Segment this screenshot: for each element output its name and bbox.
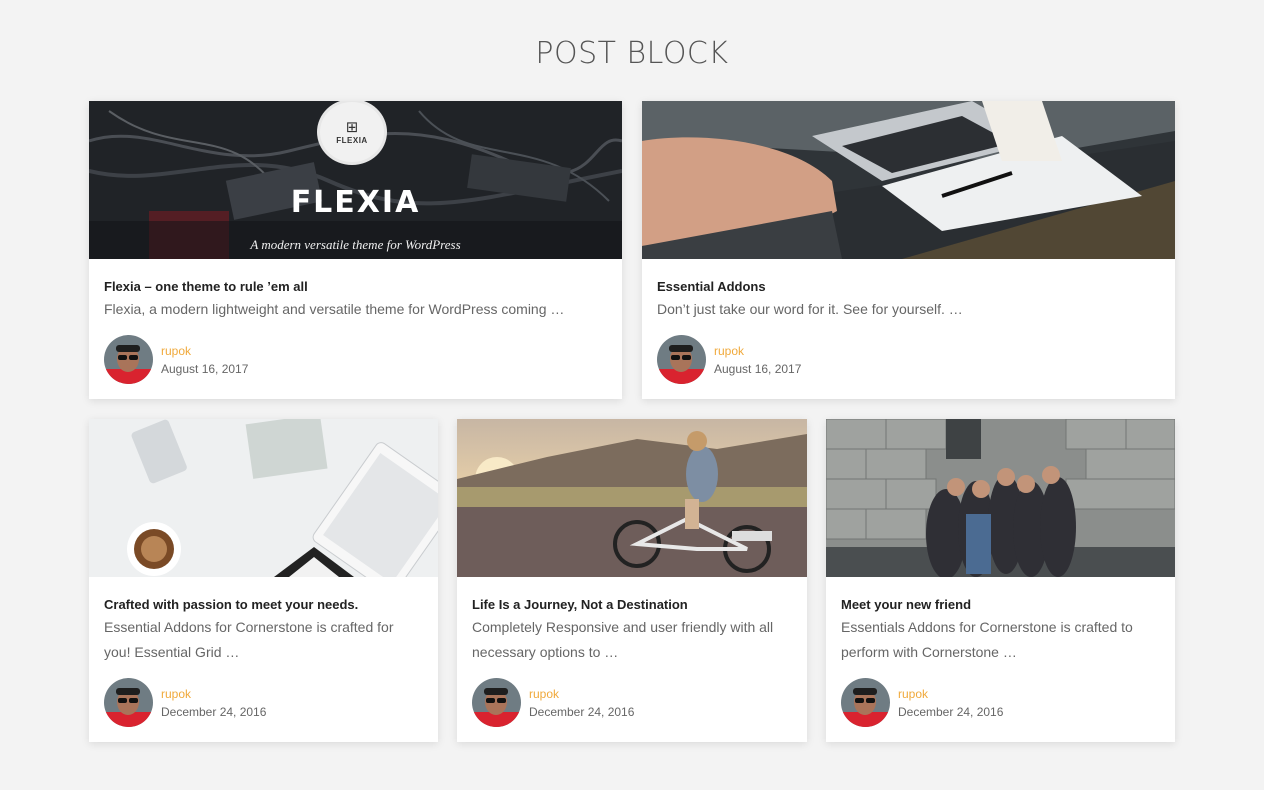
post-card[interactable]: Meet your new friend Essentials Addons f… <box>826 419 1175 742</box>
post-title[interactable]: Flexia – one theme to rule ’em all <box>104 279 607 295</box>
post-date: December 24, 2016 <box>161 704 267 719</box>
thumbnail-tagline: A modern versatile theme for WordPress <box>250 237 461 252</box>
author-avatar[interactable] <box>104 678 153 727</box>
post-card[interactable]: Essential Addons Don’t just take our wor… <box>642 101 1175 399</box>
post-date: August 16, 2017 <box>161 361 249 376</box>
post-thumbnail[interactable] <box>642 101 1175 259</box>
post-title[interactable]: Meet your new friend <box>841 597 1160 613</box>
post-card[interactable]: ⊞ FLEXIA FLEXIA A modern versatile theme… <box>89 101 622 399</box>
post-meta: rupok August 16, 2017 <box>657 335 801 384</box>
author-avatar[interactable] <box>104 335 153 384</box>
author-link[interactable]: rupok <box>898 685 1003 703</box>
author-link[interactable]: rupok <box>161 342 248 360</box>
author-avatar[interactable] <box>657 335 706 384</box>
flexia-logo-badge: ⊞ FLEXIA <box>320 102 384 162</box>
post-excerpt: Essentials Addons for Cornerstone is cra… <box>841 619 1133 660</box>
post-date: August 16, 2017 <box>714 361 802 376</box>
flexia-logo-icon: ⊞ <box>345 118 359 136</box>
post-meta: rupok December 24, 2016 <box>841 678 1003 727</box>
author-link[interactable]: rupok <box>161 685 266 703</box>
post-thumbnail[interactable] <box>89 419 438 577</box>
post-card[interactable]: Life Is a Journey, Not a Destination Com… <box>457 419 807 742</box>
post-card[interactable]: Crafted with passion to meet your needs.… <box>89 419 438 742</box>
post-excerpt: Completely Responsive and user friendly … <box>472 619 774 660</box>
post-title[interactable]: Essential Addons <box>657 279 1160 295</box>
post-meta: rupok August 16, 2017 <box>104 335 248 384</box>
post-title[interactable]: Crafted with passion to meet your needs. <box>104 597 423 613</box>
post-title[interactable]: Life Is a Journey, Not a Destination <box>472 597 792 613</box>
post-date: December 24, 2016 <box>529 704 635 719</box>
author-link[interactable]: rupok <box>714 342 801 360</box>
thumbnail-heading: FLEXIA <box>290 185 421 220</box>
post-thumbnail[interactable] <box>826 419 1175 577</box>
post-thumbnail[interactable]: ⊞ FLEXIA FLEXIA A modern versatile theme… <box>89 101 622 259</box>
post-meta: rupok December 24, 2016 <box>104 678 266 727</box>
post-excerpt: Flexia, a modern lightweight and versati… <box>104 301 565 317</box>
post-meta: rupok December 24, 2016 <box>472 678 634 727</box>
author-avatar[interactable] <box>841 678 890 727</box>
post-excerpt: Don’t just take our word for it. See for… <box>657 301 963 317</box>
page-title: POST BLOCK <box>535 36 729 71</box>
post-excerpt: Essential Addons for Cornerstone is craf… <box>104 619 394 660</box>
post-thumbnail[interactable] <box>457 419 807 577</box>
author-avatar[interactable] <box>472 678 521 727</box>
author-link[interactable]: rupok <box>529 685 634 703</box>
post-date: December 24, 2016 <box>898 704 1004 719</box>
